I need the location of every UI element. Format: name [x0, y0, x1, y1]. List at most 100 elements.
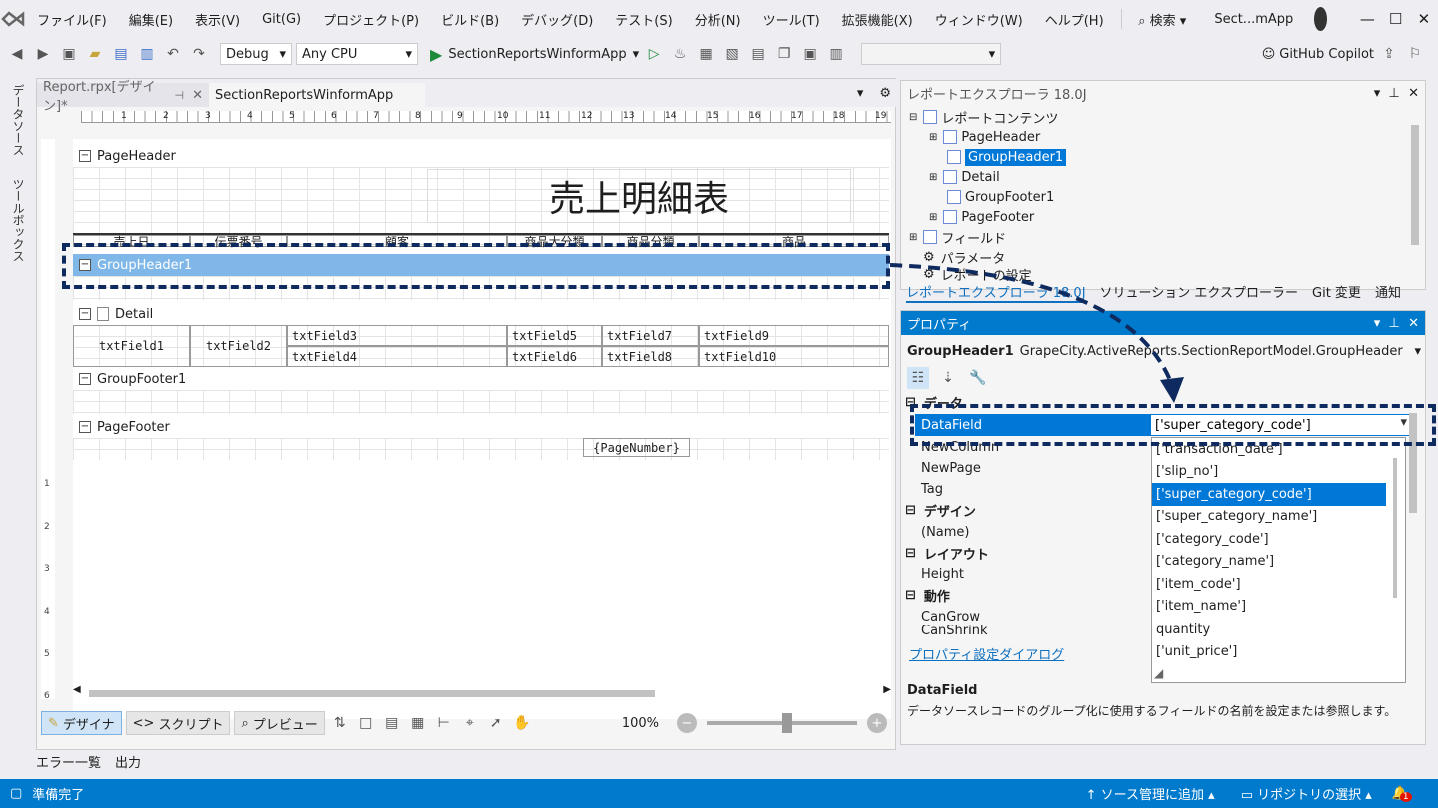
groupfooter-area[interactable] — [73, 390, 889, 414]
collapse-icon[interactable]: − — [79, 373, 91, 385]
dots-grid-icon[interactable]: ▤ — [381, 712, 403, 734]
property-dialog-link[interactable]: プロパティ設定ダイアログ — [909, 644, 1064, 663]
txtfield-7[interactable]: txtField7 — [602, 325, 699, 346]
tab-output[interactable]: 出力 — [115, 752, 141, 771]
scroll-thumb[interactable] — [89, 690, 655, 697]
gear-icon[interactable]: ⚙ — [873, 86, 897, 107]
platform-select[interactable]: Any CPU ▾ — [296, 43, 418, 65]
menu-view[interactable]: 表示(V) — [184, 10, 251, 29]
script-tab[interactable]: <> スクリプト — [125, 711, 231, 735]
dropdown-option[interactable]: ['category_name'] — [1152, 551, 1405, 574]
menu-tools[interactable]: ツール(T) — [752, 10, 831, 29]
dropdown-scrollbar[interactable] — [1393, 458, 1397, 598]
dropdown-option[interactable]: ['unit_price'] — [1152, 641, 1405, 664]
band-pagefooter[interactable]: − PageFooter — [73, 416, 889, 438]
visual-studio-logo-icon[interactable] — [0, 0, 26, 38]
tab-datasource[interactable]: データソース — [8, 78, 29, 162]
close-window-button[interactable]: ✕ — [1410, 0, 1438, 38]
expand-icon[interactable]: ⊞ — [929, 132, 937, 143]
zoom-slider[interactable] — [707, 713, 857, 733]
notification-bell-icon[interactable]: 🔔1 — [1392, 786, 1412, 802]
zoom-out-icon[interactable]: − — [677, 713, 697, 733]
new-project-icon[interactable]: ▣ — [58, 43, 80, 65]
hot-reload-icon[interactable]: ♨ — [669, 43, 691, 65]
dropdown-icon[interactable]: ▾ — [1374, 86, 1381, 101]
menu-test[interactable]: テスト(S) — [604, 10, 683, 29]
search-button[interactable]: ⌕ 検索 ▾ — [1127, 10, 1197, 29]
reorder-icon[interactable]: ⇅ — [329, 712, 351, 734]
menu-help[interactable]: ヘルプ(H) — [1034, 10, 1115, 29]
txtfield-1[interactable]: txtField1 — [73, 325, 190, 367]
tab-error-list[interactable]: エラー一覧 — [36, 752, 101, 771]
band-detail[interactable]: − Detail — [73, 303, 889, 325]
dropdown-icon[interactable]: ▾ — [847, 86, 874, 107]
menu-build[interactable]: ビルド(B) — [430, 10, 510, 29]
tool-icon[interactable]: ▦ — [695, 43, 717, 65]
grid-icon[interactable]: ▥ — [825, 43, 847, 65]
start-without-debug-icon[interactable]: ▷ — [643, 43, 665, 65]
collapse-icon[interactable]: ⊟ — [905, 546, 916, 561]
hand-icon[interactable]: ✋ — [511, 712, 533, 734]
menu-extensions[interactable]: 拡張機能(X) — [831, 10, 924, 29]
window-icon[interactable]: ▤ — [747, 43, 769, 65]
collapse-icon[interactable]: ⊟ — [905, 503, 916, 518]
select-repository-button[interactable]: ▭ リポジトリの選択 ▴ — [1241, 784, 1372, 803]
dropdown-option[interactable]: quantity — [1152, 618, 1405, 641]
scroll-thumb[interactable] — [1411, 125, 1419, 245]
expand-icon[interactable]: ⊞ — [929, 172, 937, 183]
datafield-dropdown-list[interactable]: ['transaction_date'] ['slip_no'] ['super… — [1151, 437, 1406, 683]
txtfield-10[interactable]: txtField10 — [699, 346, 889, 367]
undo-icon[interactable]: ↶ — [162, 43, 184, 65]
save-all-icon[interactable]: ▥ — [136, 43, 158, 65]
horizontal-scrollbar[interactable]: ◀ ▶ — [73, 684, 891, 699]
start-button[interactable]: ▶ SectionReportsWinformApp ▾ — [430, 45, 639, 64]
menu-debug[interactable]: デバッグ(D) — [510, 10, 604, 29]
tab-git-changes[interactable]: Git 変更 — [1312, 282, 1361, 303]
collapse-icon[interactable]: ⊟ — [909, 112, 917, 123]
pagefooter-area[interactable] — [73, 438, 889, 460]
menu-edit[interactable]: 編集(E) — [118, 10, 184, 29]
back-icon[interactable]: ◀ — [6, 43, 28, 65]
grid-icon[interactable]: ▦ — [407, 712, 429, 734]
collapse-icon[interactable]: − — [79, 150, 91, 162]
menu-file[interactable]: ファイル(F) — [26, 10, 118, 29]
share-icon[interactable]: ⇪ — [1378, 43, 1400, 65]
collapse-icon[interactable]: ⊟ — [905, 588, 916, 603]
report-canvas[interactable]: − PageHeader 売上明細表 売上日 伝票番号 顧客 商品大分類 商品分類… — [73, 139, 891, 719]
dropdown-option[interactable]: ['super_category_name'] — [1152, 506, 1405, 529]
close-icon[interactable]: ✕ — [1408, 86, 1419, 101]
dropdown-option[interactable]: ['item_code'] — [1152, 573, 1405, 596]
dropdown-option[interactable]: ['item_name'] — [1152, 596, 1405, 619]
save-icon[interactable]: ▤ — [110, 43, 132, 65]
tree-node-fields[interactable]: ⊞ フィールド — [909, 227, 1006, 247]
empty-select[interactable]: ▾ — [861, 43, 1002, 65]
layout-icon[interactable]: ▧ — [721, 43, 743, 65]
tree-node-groupheader[interactable]: GroupHeader1 — [947, 147, 1067, 167]
tab-project[interactable]: SectionReportsWinformApp — [209, 83, 425, 107]
ruler-icon[interactable]: ⊢ — [433, 712, 455, 734]
txtfield-5[interactable]: txtField5 — [507, 325, 602, 346]
tree-node-detail[interactable]: ⊞ Detail — [929, 167, 1000, 187]
zoom-slider-thumb[interactable] — [782, 713, 792, 733]
dropdown-option[interactable]: ['slip_no'] — [1152, 461, 1405, 484]
designer-tab[interactable]: ✎ デザイナ — [41, 711, 122, 735]
dropdown-option[interactable]: ['category_code'] — [1152, 528, 1405, 551]
user-avatar[interactable] — [1314, 7, 1328, 31]
maximize-button[interactable]: ☐ — [1382, 0, 1410, 38]
feedback-icon[interactable]: ⚐ — [1404, 43, 1426, 65]
menu-project[interactable]: プロジェクト(P) — [312, 10, 430, 29]
collapse-icon[interactable]: − — [79, 421, 91, 433]
explorer-scrollbar[interactable] — [1409, 111, 1421, 281]
zoom-in-icon[interactable]: + — [867, 713, 887, 733]
scroll-right-icon[interactable]: ▶ — [883, 684, 891, 695]
menu-window[interactable]: ウィンドウ(W) — [924, 10, 1034, 29]
minimize-button[interactable]: — — [1353, 0, 1381, 38]
tab-notifications[interactable]: 通知 — [1375, 282, 1401, 303]
redo-icon[interactable]: ↷ — [188, 43, 210, 65]
tab-toolbox[interactable]: ツールボックス — [8, 172, 29, 268]
close-icon[interactable]: ✕ — [1408, 316, 1419, 331]
txtfield-6[interactable]: txtField6 — [507, 346, 602, 367]
copy-icon[interactable]: ❐ — [773, 43, 795, 65]
pin-icon[interactable]: ⊥ — [1389, 86, 1400, 101]
band-pageheader[interactable]: − PageHeader — [73, 145, 889, 167]
